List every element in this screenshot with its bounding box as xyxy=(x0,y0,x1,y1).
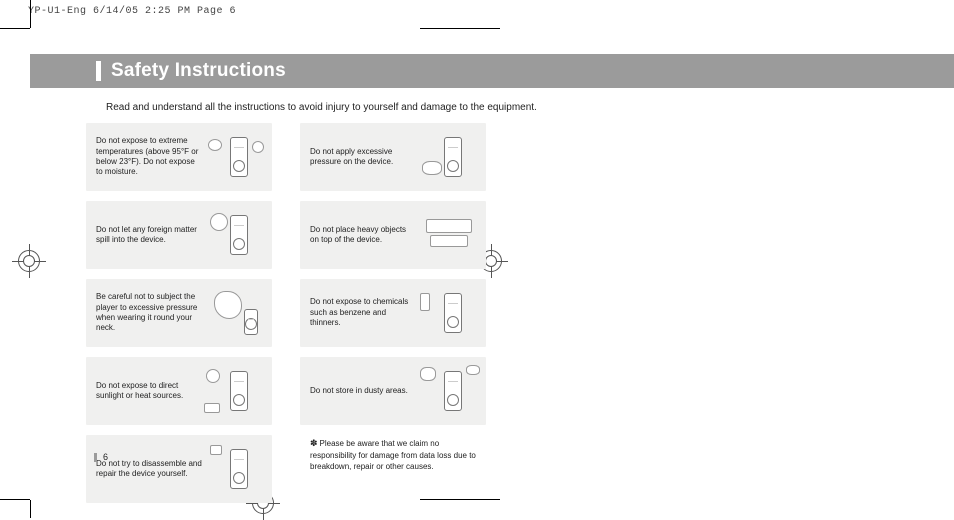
page-title: Safety Instructions xyxy=(111,60,286,82)
disclaimer: ✽Please be aware that we claim no respon… xyxy=(300,437,486,472)
instruction-text: Do not let any foreign matter spill into… xyxy=(96,225,202,246)
page-number-marker: 6 xyxy=(94,452,108,462)
title-bar: Safety Instructions xyxy=(30,54,954,88)
instruction-text: Do not expose to direct sunlight or heat… xyxy=(96,381,202,402)
instruction-card: Be careful not to subject the player to … xyxy=(86,279,272,347)
instruction-illustration-icon xyxy=(424,211,476,259)
crop-mark xyxy=(30,500,31,518)
instruction-text: Do not apply excessive pressure on the d… xyxy=(310,147,416,168)
instruction-illustration-icon xyxy=(210,133,262,181)
instruction-text: Do not try to disassemble and repair the… xyxy=(96,459,202,480)
instruction-text: Do not store in dusty areas. xyxy=(310,386,416,396)
instruction-text: Do not expose to extreme temperatures (a… xyxy=(96,136,202,178)
instruction-text: Be careful not to subject the player to … xyxy=(96,292,202,334)
instruction-text: Do not place heavy objects on top of the… xyxy=(310,225,416,246)
page-number-accent xyxy=(94,453,97,462)
instruction-card: Do not let any foreign matter spill into… xyxy=(86,201,272,269)
asterisk-icon: ✽ xyxy=(310,438,318,448)
instruction-columns: Do not expose to extreme temperatures (a… xyxy=(86,123,954,503)
left-column: Do not expose to extreme temperatures (a… xyxy=(86,123,272,503)
right-column: Do not apply excessive pressure on the d… xyxy=(300,123,486,503)
instruction-card: Do not expose to chemicals such as benze… xyxy=(300,279,486,347)
page-content: Safety Instructions Read and understand … xyxy=(30,28,954,500)
page-number: 6 xyxy=(103,452,108,462)
instruction-card: Do not try to disassemble and repair the… xyxy=(86,435,272,503)
disclaimer-text: Please be aware that we claim no respons… xyxy=(310,439,476,471)
crop-mark xyxy=(0,499,30,500)
instruction-card: Do not place heavy objects on top of the… xyxy=(300,201,486,269)
print-header: YP-U1-Eng 6/14/05 2:25 PM Page 6 xyxy=(28,6,236,17)
instruction-card: Do not expose to extreme temperatures (a… xyxy=(86,123,272,191)
intro-text: Read and understand all the instructions… xyxy=(106,102,954,113)
instruction-card: Do not apply excessive pressure on the d… xyxy=(300,123,486,191)
crop-mark xyxy=(0,28,30,29)
title-accent xyxy=(96,61,101,81)
instruction-card: Do not store in dusty areas. xyxy=(300,357,486,425)
instruction-illustration-icon xyxy=(424,133,476,181)
instruction-illustration-icon xyxy=(210,445,262,493)
instruction-illustration-icon xyxy=(210,289,262,337)
instruction-illustration-icon xyxy=(210,367,262,415)
instruction-illustration-icon xyxy=(424,367,476,415)
instruction-text: Do not expose to chemicals such as benze… xyxy=(310,297,416,328)
instruction-illustration-icon xyxy=(210,211,262,259)
instruction-illustration-icon xyxy=(424,289,476,337)
instruction-card: Do not expose to direct sunlight or heat… xyxy=(86,357,272,425)
crop-mark xyxy=(30,0,31,28)
